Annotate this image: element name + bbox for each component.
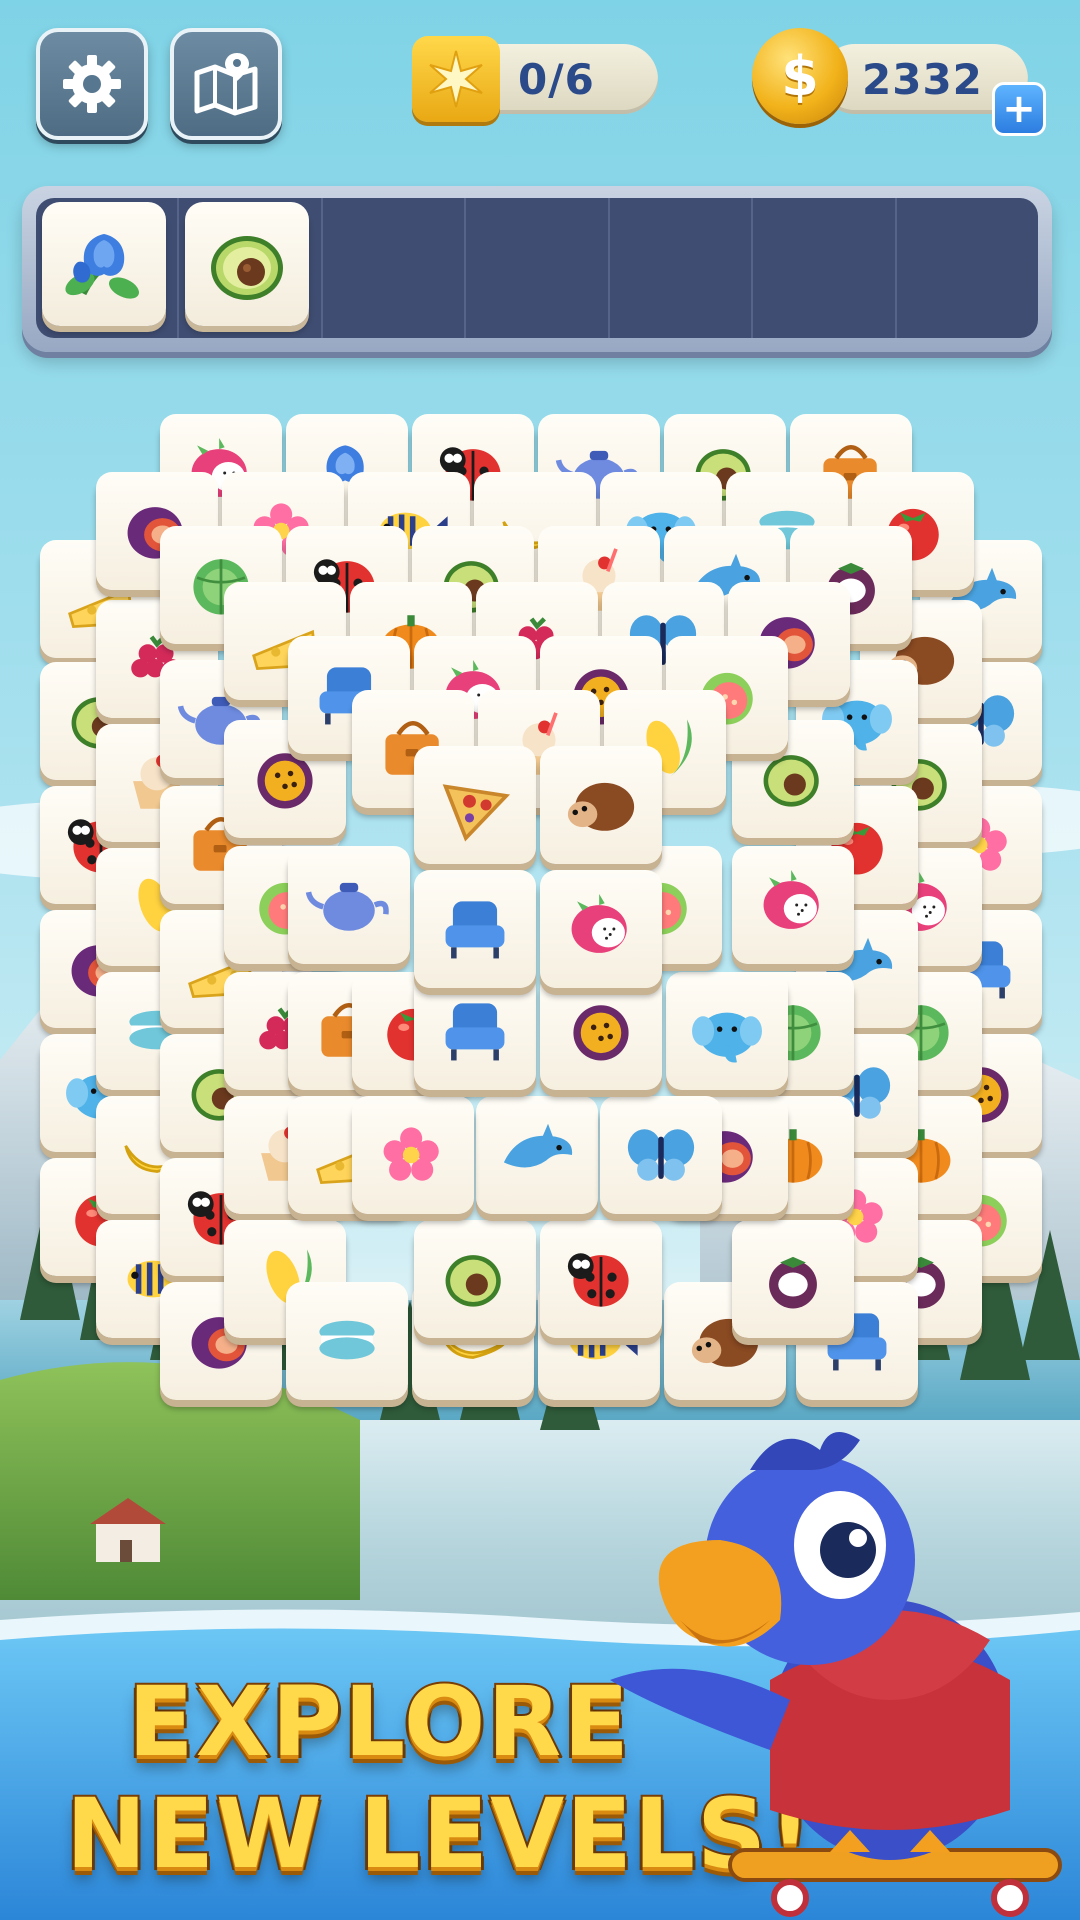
butterfly-icon — [627, 1129, 695, 1181]
tray-tile-avocado — [185, 202, 310, 326]
ladybug-icon — [567, 1253, 629, 1307]
dragonfruit-icon — [571, 894, 627, 953]
tile-teapot — [288, 846, 410, 964]
add-coins-button[interactable]: + — [992, 82, 1046, 136]
gear-icon — [63, 55, 121, 113]
goal-counter: 0/6 — [518, 54, 595, 104]
dolphin-icon — [503, 1123, 573, 1168]
tray-slot — [179, 198, 323, 338]
tile-dragonfruit — [732, 846, 854, 964]
tile-avocado — [414, 1220, 536, 1338]
tray-slot — [466, 198, 610, 338]
tray-slot — [323, 198, 467, 338]
pizza-icon — [442, 784, 511, 842]
armchair-icon — [445, 901, 505, 959]
tile-mangosteen — [732, 1220, 854, 1338]
tile-passionfruit — [540, 972, 662, 1090]
elephant-icon — [692, 1012, 762, 1063]
avocado-icon — [445, 1255, 501, 1307]
tray-slot — [897, 198, 1038, 338]
tile-pizza[interactable] — [414, 746, 536, 864]
collection-tray — [22, 186, 1052, 352]
goal-icon-box — [412, 36, 500, 122]
tray-tile-blue-flower — [42, 202, 166, 326]
tile-dolphin — [476, 1096, 598, 1214]
macaron-icon — [319, 1320, 375, 1360]
map-icon — [194, 53, 258, 116]
plus-icon: + — [1002, 86, 1036, 132]
sparkle-star-icon — [429, 50, 483, 108]
teapot-icon — [305, 882, 389, 931]
blue-flower-icon — [65, 234, 139, 299]
tile-elephant — [666, 972, 788, 1090]
tile-macaron — [286, 1282, 408, 1400]
tile-pink-flower — [352, 1096, 474, 1214]
coin-counter: 2332 — [862, 54, 983, 104]
mangosteen-icon — [769, 1256, 817, 1309]
passionfruit-icon — [573, 1005, 629, 1061]
tray-slot — [753, 198, 897, 338]
map-button[interactable] — [170, 28, 282, 140]
tile-dragonfruit[interactable] — [540, 870, 662, 988]
settings-button[interactable] — [36, 28, 148, 140]
coin-symbol: $ — [781, 44, 819, 108]
dragonfruit-icon — [763, 870, 819, 929]
tray-slot — [36, 198, 180, 338]
tile-hedgehog[interactable] — [540, 746, 662, 864]
promo-headline-line-1: EXPLORE — [126, 1664, 631, 1780]
avocado-icon — [211, 236, 284, 300]
tile-butterfly — [600, 1096, 722, 1214]
pink-flower-icon — [383, 1127, 439, 1181]
tray-slot — [610, 198, 754, 338]
tile-armchair[interactable] — [414, 870, 536, 988]
coin-icon: $ — [752, 28, 848, 124]
tile-armchair — [414, 972, 536, 1090]
tray-slots — [36, 198, 1038, 338]
tile-ladybug — [540, 1220, 662, 1338]
parrot-mascot — [610, 1432, 1062, 1917]
hedgehog-icon — [567, 782, 635, 831]
armchair-icon — [445, 1003, 505, 1061]
